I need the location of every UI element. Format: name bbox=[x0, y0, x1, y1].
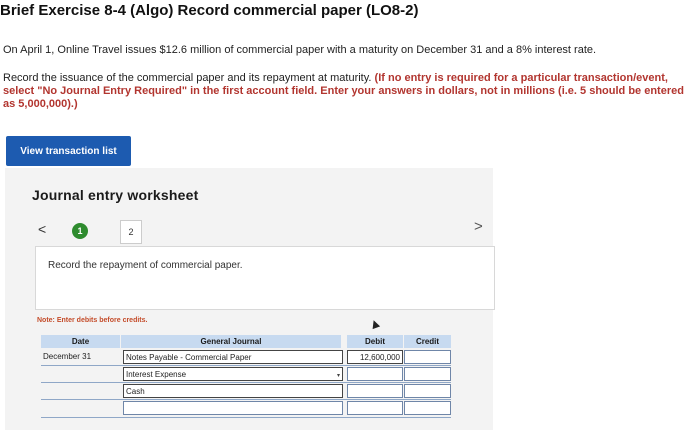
instruction-plain: Record the issuance of the commercial pa… bbox=[3, 72, 375, 84]
row-divider bbox=[41, 365, 451, 366]
problem-instructions: Record the issuance of the commercial pa… bbox=[3, 72, 693, 111]
row-2-debit-field[interactable] bbox=[347, 367, 403, 381]
row-3-debit-field[interactable] bbox=[347, 384, 403, 398]
row-3-account-field[interactable]: Cash bbox=[123, 384, 343, 398]
dropdown-arrow-icon[interactable]: ▾ bbox=[337, 372, 340, 379]
view-transaction-list-button[interactable]: View transaction list bbox=[6, 136, 131, 166]
step-tab-2[interactable]: 2 bbox=[120, 220, 142, 244]
chevron-right-icon[interactable]: > bbox=[474, 218, 483, 235]
worksheet-title: Journal entry worksheet bbox=[32, 187, 199, 203]
row-1-debit-field[interactable]: 12,600,000 bbox=[347, 350, 403, 364]
row-divider bbox=[41, 382, 451, 383]
row-1-account-field[interactable]: Notes Payable - Commercial Paper bbox=[123, 350, 343, 364]
row-4-credit-field[interactable] bbox=[404, 401, 451, 415]
journal-table: Date General Journal Debit Credit Decemb… bbox=[41, 335, 451, 418]
row-4-account-field[interactable] bbox=[123, 401, 343, 415]
row-1-date: December 31 bbox=[43, 352, 92, 361]
prompt-box: Record the repayment of commercial paper… bbox=[35, 246, 495, 310]
row-divider bbox=[41, 399, 451, 400]
problem-intro: On April 1, Online Travel issues $12.6 m… bbox=[3, 44, 597, 56]
row-1-credit-field[interactable] bbox=[404, 350, 451, 364]
column-header-credit: Credit bbox=[404, 335, 451, 348]
journal-entry-worksheet: Journal entry worksheet < 1 2 Record the… bbox=[5, 168, 495, 430]
chevron-left-icon[interactable]: < bbox=[38, 221, 46, 237]
row-divider bbox=[41, 417, 451, 418]
row-2-credit-field[interactable] bbox=[404, 367, 451, 381]
column-header-debit: Debit bbox=[347, 335, 403, 348]
entry-note: Note: Enter debits before credits. bbox=[37, 317, 148, 324]
row-3-credit-field[interactable] bbox=[404, 384, 451, 398]
page-title: Brief Exercise 8-4 (Algo) Record commerc… bbox=[0, 2, 419, 19]
prompt-text: Record the repayment of commercial paper… bbox=[48, 260, 243, 271]
row-2-account-field[interactable]: Interest Expense bbox=[123, 367, 343, 381]
column-header-date: Date bbox=[41, 335, 120, 348]
step-tab-1[interactable]: 1 bbox=[72, 223, 88, 239]
row-4-debit-field[interactable] bbox=[347, 401, 403, 415]
column-header-account: General Journal bbox=[121, 335, 341, 348]
